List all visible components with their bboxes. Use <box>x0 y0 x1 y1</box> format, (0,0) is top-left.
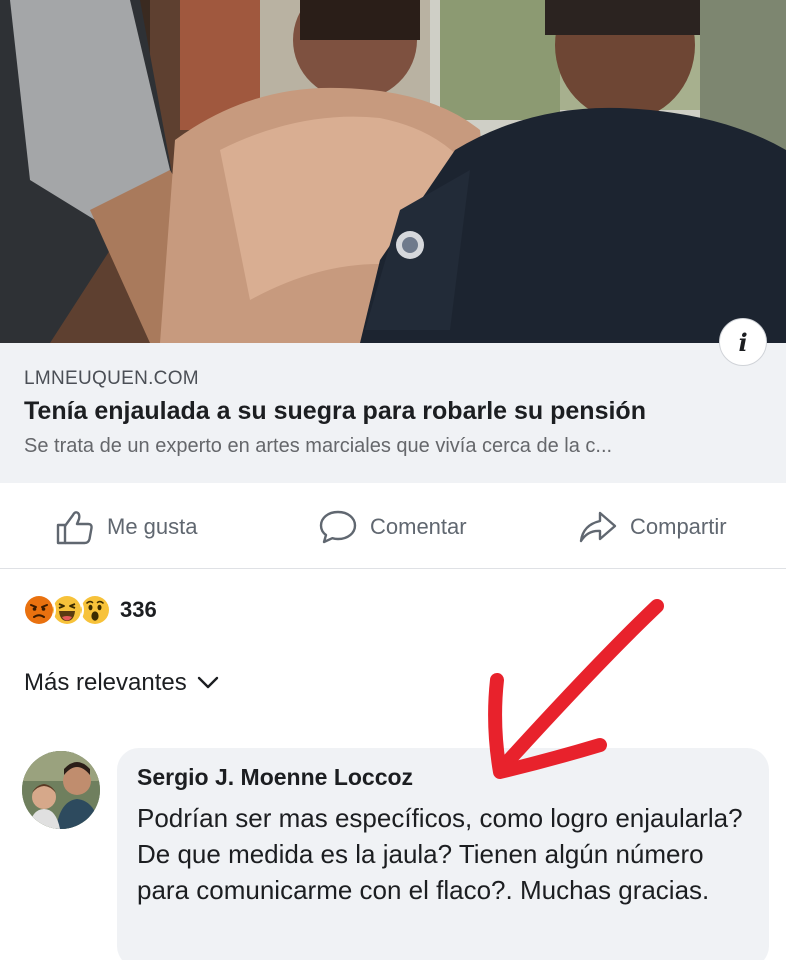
share-arrow-icon <box>579 511 617 543</box>
reactions-summary[interactable]: 336 <box>22 593 157 627</box>
sort-label: Más relevantes <box>24 669 187 696</box>
comment-sort-dropdown[interactable]: Más relevantes <box>24 669 219 697</box>
post-action-bar: Me gusta Comentar Compartir <box>0 483 786 569</box>
like-label: Me gusta <box>107 514 198 539</box>
post-photo[interactable] <box>0 0 786 343</box>
info-icon[interactable]: i <box>719 318 767 366</box>
chevron-down-icon <box>197 676 218 689</box>
angry-reaction-icon <box>22 593 56 627</box>
comment-button[interactable]: Comentar <box>318 507 467 547</box>
comment-author[interactable]: Sergio J. Moenne Loccoz <box>137 764 413 791</box>
share-label: Compartir <box>630 514 727 539</box>
reaction-count: 336 <box>120 597 157 622</box>
comment-label: Comentar <box>370 514 467 539</box>
like-button[interactable]: Me gusta <box>55 507 198 547</box>
speech-bubble-icon <box>319 510 357 544</box>
avatar-photo <box>22 751 100 829</box>
thumbs-up-icon <box>56 511 93 545</box>
comment-text: Podrían ser mas específicos, como logro … <box>137 803 743 905</box>
comment-bubble: Sergio J. Moenne Loccoz Podrían ser mas … <box>117 748 769 960</box>
link-title[interactable]: Tenía enjaulada a su suegra para robarle… <box>24 397 646 426</box>
link-description: Se trata de un experto en artes marciale… <box>24 435 613 457</box>
avatar[interactable] <box>22 751 100 829</box>
link-domain: LMNEUQUEN.COM <box>24 368 199 389</box>
arrest-photo <box>0 0 786 343</box>
share-button[interactable]: Compartir <box>578 507 727 547</box>
facebook-post: i LMNEUQUEN.COM Tenía enjaulada a su sue… <box>0 0 786 960</box>
link-preview[interactable]: LMNEUQUEN.COM Tenía enjaulada a su suegr… <box>0 343 786 483</box>
